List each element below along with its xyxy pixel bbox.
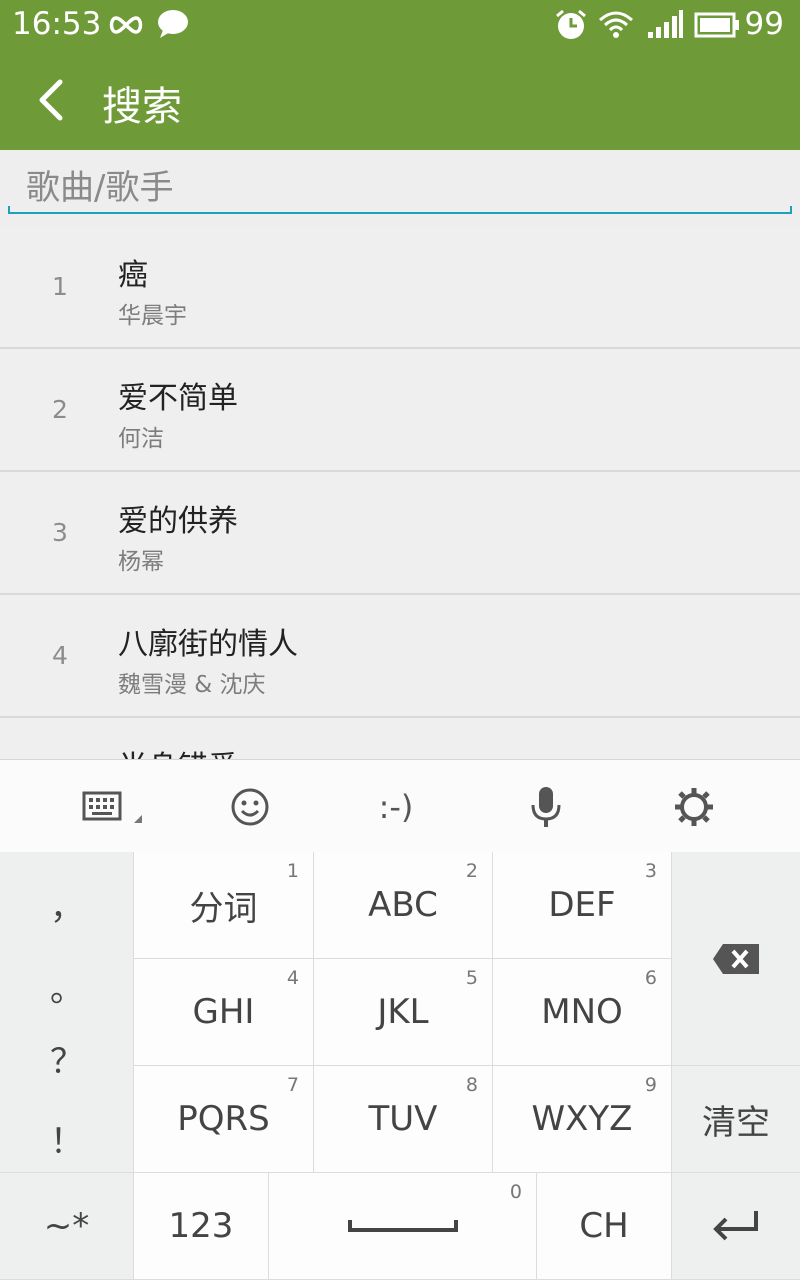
keyboard-toolbar: :-) [0, 759, 800, 852]
space-key[interactable]: 0 [269, 1173, 537, 1280]
battery-icon [694, 12, 739, 38]
symbols-key[interactable]: ~* [0, 1173, 134, 1280]
key-1[interactable]: 分词 1 [134, 852, 314, 959]
key-7[interactable]: PQRS 7 [134, 1066, 314, 1173]
key-9-digit: 9 [644, 1074, 657, 1096]
key-2-label: ABC [368, 885, 438, 925]
language-key[interactable]: CH [537, 1173, 672, 1280]
microphone-icon [531, 787, 561, 827]
key-9[interactable]: WXYZ 9 [493, 1066, 672, 1173]
song-title: 癌 [118, 258, 148, 293]
key-3[interactable]: DEF 3 [493, 852, 672, 959]
key-6-label: MNO [541, 992, 623, 1032]
key-2-digit: 2 [465, 860, 478, 882]
key-1-digit: 1 [286, 860, 299, 882]
alarm-icon [556, 9, 586, 39]
result-row[interactable]: 5 半身错爱 [0, 718, 800, 759]
back-arrow-icon[interactable] [32, 78, 72, 122]
wifi-icon [599, 11, 633, 38]
backspace-key[interactable] [672, 852, 800, 1066]
search-input[interactable] [26, 164, 766, 212]
punct-comma[interactable]: ， [0, 880, 134, 929]
battery-level: 99 [744, 6, 784, 42]
song-title: 爱的供养 [118, 504, 238, 539]
punct-question[interactable]: ？ [0, 1034, 134, 1083]
symbols-key-label: ~* [43, 1206, 90, 1246]
punct-period[interactable]: 。 [0, 962, 134, 1011]
key-4-digit: 4 [286, 967, 299, 989]
key-8-digit: 8 [465, 1074, 478, 1096]
key-6[interactable]: MNO 6 [493, 959, 672, 1066]
voice-input-button[interactable] [516, 782, 576, 832]
key-7-digit: 7 [286, 1074, 299, 1096]
key-7-label: PQRS [177, 1099, 270, 1139]
emoticon-button[interactable]: :-) [366, 782, 426, 832]
key-2[interactable]: ABC 2 [314, 852, 493, 959]
enter-key[interactable] [672, 1173, 800, 1280]
clear-key[interactable]: 清空 [672, 1066, 800, 1173]
keyboard-switch-button[interactable] [76, 782, 148, 832]
keyboard-icon [82, 791, 142, 823]
key-5[interactable]: JKL 5 [314, 959, 493, 1066]
key-4[interactable]: GHI 4 [134, 959, 314, 1066]
key-3-label: DEF [548, 885, 616, 925]
song-title: 爱不简单 [118, 381, 238, 416]
result-index: 1 [52, 272, 68, 301]
emoticon-label: :-) [378, 788, 414, 826]
result-row[interactable]: 1 癌 华晨宇 [0, 226, 800, 349]
key-8[interactable]: TUV 8 [314, 1066, 493, 1173]
language-key-label: CH [579, 1206, 629, 1246]
result-row[interactable]: 4 八廓街的情人 魏雪漫 & 沈庆 [0, 595, 800, 718]
emoji-button[interactable] [220, 782, 280, 832]
search-results: 1 癌 华晨宇 2 爱不简单 何洁 3 爱的供养 杨幂 4 八廓街的情人 魏雪漫… [0, 226, 800, 759]
infinity-icon [109, 16, 143, 34]
result-index: 3 [52, 518, 68, 547]
clear-key-label: 清空 [702, 1102, 770, 1143]
song-title: 半身错爱 [118, 742, 238, 759]
gear-icon [675, 788, 713, 826]
key-1-label: 分词 [189, 888, 258, 929]
smiley-icon [231, 788, 269, 826]
key-4-label: GHI [192, 992, 255, 1032]
app-bar: 搜索 [0, 50, 800, 150]
numbers-key-label: 123 [168, 1206, 234, 1246]
signal-icon [648, 10, 683, 38]
t9-keyboard: ， 。 ？ ！ 分词 1 ABC 2 DEF 3 GHI 4 JKL 5 MNO… [0, 852, 800, 1280]
clock: 16:53 [12, 6, 102, 42]
result-index: 2 [52, 395, 68, 424]
result-index: 4 [52, 641, 68, 670]
page-title: 搜索 [102, 84, 182, 130]
search-bar [0, 150, 800, 224]
keyboard-settings-button[interactable] [664, 782, 724, 832]
key-3-digit: 3 [644, 860, 657, 882]
artist-name: 何洁 [118, 426, 164, 452]
status-bar: 16:53 99 [0, 0, 800, 50]
artist-name: 华晨宇 [118, 303, 187, 329]
numbers-key[interactable]: 123 [134, 1173, 269, 1280]
result-row[interactable]: 3 爱的供养 杨幂 [0, 472, 800, 595]
space-bar-icon [347, 1220, 458, 1232]
space-key-digit: 0 [509, 1181, 522, 1203]
backspace-icon [713, 943, 759, 974]
key-9-label: WXYZ [531, 1099, 633, 1139]
enter-icon [713, 1211, 758, 1241]
artist-name: 杨幂 [118, 549, 164, 575]
key-8-label: TUV [368, 1099, 438, 1139]
punct-exclaim[interactable]: ！ [0, 1114, 134, 1163]
key-6-digit: 6 [644, 967, 657, 989]
search-underline [8, 206, 792, 214]
result-row[interactable]: 2 爱不简单 何洁 [0, 349, 800, 472]
chat-icon [158, 10, 188, 38]
song-title: 八廓街的情人 [118, 627, 298, 662]
punctuation-column[interactable]: ， 。 ？ ！ [0, 852, 134, 1173]
artist-name: 魏雪漫 & 沈庆 [118, 672, 266, 698]
key-5-label: JKL [377, 992, 429, 1032]
key-5-digit: 5 [465, 967, 478, 989]
